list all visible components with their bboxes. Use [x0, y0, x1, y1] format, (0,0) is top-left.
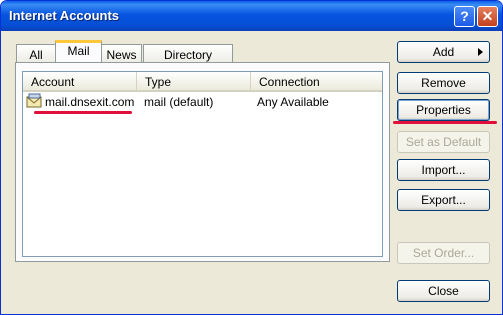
- annotation-underline-properties: [393, 121, 497, 124]
- tab-directory-service[interactable]: Directory Service: [143, 44, 233, 76]
- add-button[interactable]: Add: [397, 41, 490, 63]
- column-header-account[interactable]: Account: [23, 72, 137, 92]
- accounts-list[interactable]: Account Type Connection mail.dnsexit.com…: [22, 71, 383, 257]
- export-button[interactable]: Export...: [397, 189, 490, 211]
- column-header-type[interactable]: Type: [137, 72, 251, 92]
- close-button[interactable]: Close: [397, 280, 490, 302]
- account-connection: Any Available: [257, 95, 329, 109]
- account-type: mail (default): [144, 95, 214, 109]
- set-as-default-button[interactable]: Set as Default: [397, 131, 490, 153]
- account-name: mail.dnsexit.com: [45, 95, 135, 109]
- tab-all[interactable]: All: [16, 44, 56, 63]
- add-button-label: Add: [432, 45, 455, 59]
- mail-account-icon: [26, 93, 43, 109]
- tab-mail[interactable]: Mail: [55, 40, 102, 64]
- internet-accounts-dialog: Internet Accounts ? ✕ All Mail News Dire…: [0, 0, 503, 315]
- remove-button[interactable]: Remove: [397, 72, 490, 94]
- import-button[interactable]: Import...: [397, 159, 490, 181]
- properties-button[interactable]: Properties: [397, 99, 490, 121]
- close-window-button[interactable]: ✕: [477, 6, 498, 27]
- tab-news[interactable]: News: [101, 44, 142, 63]
- annotation-underline-account: [34, 111, 132, 114]
- set-order-button[interactable]: Set Order...: [397, 242, 490, 264]
- column-header-connection[interactable]: Connection: [251, 72, 382, 92]
- title-bar[interactable]: Internet Accounts ? ✕: [1, 1, 502, 31]
- window-title: Internet Accounts: [9, 8, 120, 23]
- help-button[interactable]: ?: [454, 6, 475, 27]
- arrow-right-icon: [478, 48, 483, 56]
